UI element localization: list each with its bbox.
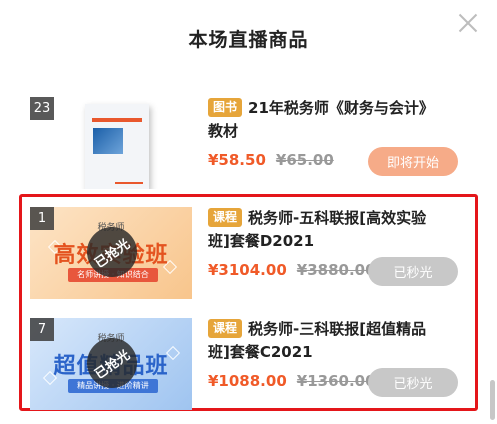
price-row: ¥3104.00 ¥3880.00 bbox=[208, 261, 376, 279]
product-item-23[interactable]: 23 图书 21年税务师《财务与会计》 教材 ¥58.50 ¥65.00 即将开始 bbox=[30, 97, 470, 192]
product-thumbnail[interactable]: 7 税务师 超值精品班 精品讲授 · 进阶精讲 已抢光 bbox=[30, 318, 192, 410]
price-row: ¥58.50 ¥65.00 bbox=[208, 151, 334, 169]
product-name[interactable]: 课程 税务师-五科联报[高效实验 班]套餐D2021 bbox=[208, 207, 470, 253]
original-price: ¥65.00 bbox=[275, 151, 334, 169]
sold-out-button[interactable]: 已秒光 bbox=[368, 368, 458, 397]
category-tag: 课程 bbox=[208, 208, 243, 227]
product-thumbnail[interactable]: 1 税务师 高效实验班 名师讲授 · 知识结合 已抢光 bbox=[30, 207, 192, 299]
product-thumbnail[interactable]: 23 bbox=[30, 97, 192, 189]
sold-out-button[interactable]: 已秒光 bbox=[368, 257, 458, 286]
product-name[interactable]: 图书 21年税务师《财务与会计》 教材 bbox=[208, 97, 470, 143]
current-price: ¥1088.00 bbox=[208, 372, 287, 390]
book-cover-image bbox=[85, 104, 149, 189]
product-item-7[interactable]: 7 税务师 超值精品班 精品讲授 · 进阶精讲 已抢光 课程税务师-三科联报[超… bbox=[30, 318, 470, 413]
product-item-1[interactable]: 1 税务师 高效实验班 名师讲授 · 知识结合 已抢光 课程税务师-五科联报[高… bbox=[30, 207, 470, 302]
price-row: ¥1088.00 ¥1360.00 bbox=[208, 372, 376, 390]
close-icon[interactable] bbox=[457, 12, 479, 34]
product-name[interactable]: 课程 税务师-三科联报[超值精品 班]套餐C2021 bbox=[208, 318, 470, 364]
live-products-panel: 本场直播商品 23 图书 21年税务师《财务与会计》 教材 ¥58.50 ¥65.0… bbox=[0, 0, 497, 424]
item-index-badge: 1 bbox=[30, 207, 54, 230]
original-price: ¥1360.00 bbox=[296, 372, 376, 390]
original-price: ¥3880.00 bbox=[296, 261, 376, 279]
sold-out-stamp: 已抢光 bbox=[87, 338, 137, 388]
sold-out-stamp: 已抢光 bbox=[87, 227, 137, 277]
current-price: ¥3104.00 bbox=[208, 261, 287, 279]
item-index-badge: 23 bbox=[30, 97, 54, 120]
category-tag: 课程 bbox=[208, 319, 243, 338]
panel-title: 本场直播商品 bbox=[188, 29, 309, 51]
current-price: ¥58.50 bbox=[208, 151, 266, 169]
scrollbar[interactable] bbox=[490, 380, 495, 420]
item-index-badge: 7 bbox=[30, 318, 54, 341]
category-tag: 图书 bbox=[208, 98, 243, 117]
coming-soon-button[interactable]: 即将开始 bbox=[368, 147, 458, 176]
